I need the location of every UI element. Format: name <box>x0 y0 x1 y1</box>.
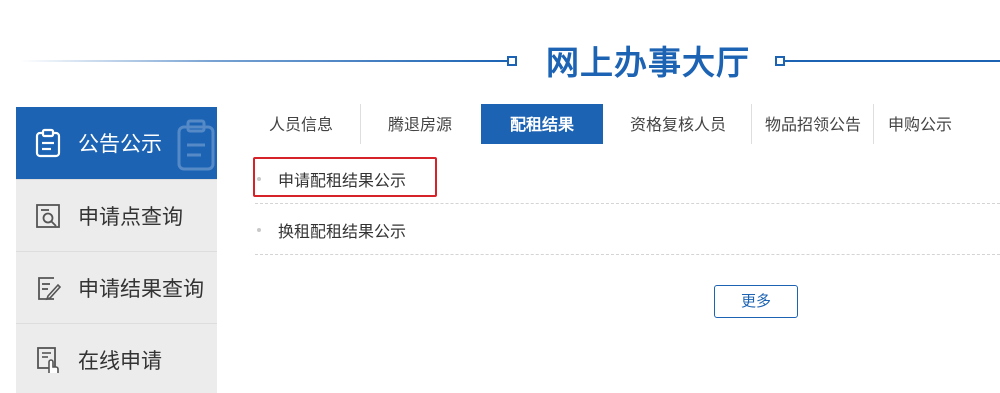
tab-purchase-notice[interactable]: 申购公示 <box>876 104 964 144</box>
tab-separator <box>873 104 874 144</box>
header-square-right <box>775 56 785 66</box>
list-item-title: 申请配租结果公示 <box>278 170 407 190</box>
tab-vacated-housing[interactable]: 腾退房源 <box>364 104 476 144</box>
edit-document-icon <box>32 272 64 304</box>
page-title: 网上办事大厅 <box>546 43 750 82</box>
tab-separator <box>360 104 361 144</box>
sidebar: 公告公示 申请点查询 申请结果查询 在线申请 <box>16 107 217 393</box>
sidebar-item-label: 申请点查询 <box>78 204 183 229</box>
list-item-title: 换租配租结果公示 <box>278 221 407 241</box>
tab-rental-results[interactable]: 配租结果 <box>481 104 603 144</box>
sidebar-item-application-point-query[interactable]: 申请点查询 <box>16 179 217 251</box>
tab-lost-and-found[interactable]: 物品招领公告 <box>753 104 873 144</box>
tab-personnel-info[interactable]: 人员信息 <box>246 104 356 144</box>
sidebar-item-online-application[interactable]: 在线申请 <box>16 323 217 393</box>
bullet-icon <box>257 227 261 232</box>
list-item[interactable]: 换租配租结果公示 <box>255 205 1000 255</box>
header-divider-right <box>785 60 1000 62</box>
sidebar-item-announcements[interactable]: 公告公示 <box>16 107 217 179</box>
tab-separator <box>751 104 752 144</box>
sidebar-item-label: 在线申请 <box>78 348 162 373</box>
tab-bar: 人员信息 腾退房源 配租结果 资格复核人员 物品招领公告 申购公示 <box>240 104 1000 146</box>
list-item[interactable]: 申请配租结果公示 <box>255 154 1000 204</box>
more-button[interactable]: 更多 <box>714 285 798 318</box>
search-document-icon <box>32 200 64 232</box>
tab-qualification-review[interactable]: 资格复核人员 <box>608 104 748 144</box>
header-divider-left <box>20 60 508 62</box>
touch-document-icon <box>32 344 64 376</box>
sidebar-item-application-result-query[interactable]: 申请结果查询 <box>16 251 217 323</box>
clipboard-icon <box>32 127 64 159</box>
clipboard-watermark-icon <box>175 117 217 172</box>
sidebar-item-label: 申请结果查询 <box>78 276 204 301</box>
sidebar-item-label: 公告公示 <box>78 132 162 156</box>
header-square-left <box>507 56 517 66</box>
page-header: 网上办事大厅 <box>0 0 1000 100</box>
bullet-icon <box>257 176 261 181</box>
